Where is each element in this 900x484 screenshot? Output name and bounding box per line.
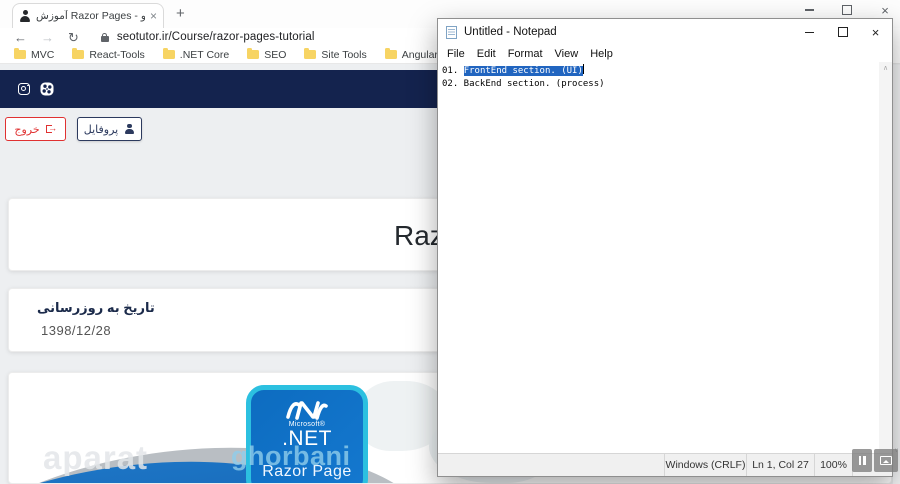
back-button[interactable]: ← <box>14 31 27 44</box>
forward-button[interactable]: → <box>41 31 54 44</box>
maximize-icon <box>837 27 848 37</box>
menu-edit[interactable]: Edit <box>471 48 502 60</box>
tab-close-icon[interactable]: × <box>150 10 157 22</box>
notepad-menubar: File Edit Format View Help <box>438 45 892 62</box>
account-buttons-row: خروج پروفایل <box>0 117 437 143</box>
dotnet-logo-icon <box>286 401 328 420</box>
pause-icon <box>858 456 866 465</box>
person-icon <box>124 123 135 135</box>
notepad-title: Untitled - Notepad <box>464 26 557 38</box>
bookmark-react-tools[interactable]: React-Tools <box>72 48 145 61</box>
status-zoom-level: 100% <box>814 454 852 476</box>
logout-label: خروج <box>14 123 40 136</box>
notepad-text[interactable]: 01. FrontEnd section. (UI) 02. BackEnd s… <box>438 62 892 91</box>
browser-tab[interactable]: آموزش Razor Pages - مدرس سئو × <box>12 3 164 28</box>
menu-help[interactable]: Help <box>584 48 619 60</box>
update-date-value: 1398/12/28 <box>41 323 112 338</box>
folder-icon <box>162 48 175 59</box>
folder-icon <box>14 48 26 59</box>
notepad-close-button[interactable]: × <box>859 19 892 45</box>
folder-icon <box>304 48 317 59</box>
notepad-window: Untitled - Notepad × File Edit Format Vi… <box>437 18 893 477</box>
notepad-maximize-button[interactable] <box>826 19 859 45</box>
line-1-prefix: 01. <box>442 66 464 76</box>
browser-window-controls: × <box>802 0 896 20</box>
bookmark-seo[interactable]: SEO <box>247 48 286 61</box>
text-caret <box>582 64 584 74</box>
picture-in-picture-button[interactable] <box>874 449 898 472</box>
notepad-app-icon <box>446 25 457 39</box>
folder-icon <box>384 48 397 59</box>
profile-button[interactable]: پروفایل <box>77 117 142 141</box>
notepad-text-area[interactable]: 01. FrontEnd section. (UI) 02. BackEnd s… <box>438 62 892 453</box>
menu-file[interactable]: File <box>441 48 471 60</box>
menu-format[interactable]: Format <box>502 48 549 60</box>
logout-button[interactable]: خروج <box>5 117 66 141</box>
reload-button[interactable]: ↻ <box>68 31 79 44</box>
ghorbani-watermark: ghorbani <box>231 441 351 471</box>
video-overlay-controls <box>852 449 898 473</box>
update-date-label: تاریخ به روزرسانی <box>37 300 155 315</box>
site-favicon-person-icon <box>19 10 31 22</box>
notepad-window-controls: × <box>793 19 892 45</box>
folder-icon <box>72 48 85 59</box>
line-2-text: 02. BackEnd section. (process) <box>442 79 605 89</box>
menu-view[interactable]: View <box>549 48 585 60</box>
folder-icon <box>247 48 260 59</box>
notepad-scrollbar[interactable]: ∧ <box>879 62 892 453</box>
maximize-icon <box>842 5 852 15</box>
tab-title: آموزش Razor Pages - مدرس سئو <box>36 10 145 22</box>
https-lock-icon[interactable] <box>100 32 110 42</box>
notepad-statusbar: Windows (CRLF) Ln 1, Col 27 100% <box>438 453 892 476</box>
new-tab-button[interactable]: + <box>176 6 185 21</box>
picture-in-picture-icon <box>880 456 892 465</box>
status-spacer <box>438 454 664 476</box>
instagram-icon[interactable] <box>18 83 30 95</box>
minimize-icon <box>805 31 814 33</box>
browser-scrollbar[interactable]: ∨ <box>893 65 900 484</box>
pause-button[interactable] <box>852 449 872 472</box>
status-cursor-position: Ln 1, Col 27 <box>746 454 814 476</box>
address-bar-url[interactable]: seotutor.ir/Course/razor-pages-tutorial <box>117 31 315 43</box>
logout-icon <box>45 123 57 135</box>
notepad-minimize-button[interactable] <box>793 19 826 45</box>
minimize-icon <box>804 9 814 11</box>
aparat-watermark: aparat <box>43 439 149 476</box>
notepad-titlebar[interactable]: Untitled - Notepad × <box>438 19 892 45</box>
bookmark-net-core[interactable]: .NET Core <box>162 48 229 61</box>
bookmark-site-tools[interactable]: Site Tools <box>304 48 367 61</box>
scrollbar-up-icon[interactable]: ∧ <box>879 64 892 72</box>
browser-maximize-button[interactable] <box>840 3 854 17</box>
browser-minimize-button[interactable] <box>802 3 816 17</box>
browser-close-button[interactable]: × <box>878 3 892 18</box>
bookmark-mvc[interactable]: MVC <box>14 48 54 61</box>
status-line-ending: Windows (CRLF) <box>664 454 746 476</box>
screen: آموزش Razor Pages - مدرس سئو × + × ← → ↻… <box>0 0 900 484</box>
selected-text: FrontEnd section. (UI) <box>463 66 583 76</box>
profile-label: پروفایل <box>83 123 119 136</box>
aparat-icon[interactable] <box>40 82 54 96</box>
